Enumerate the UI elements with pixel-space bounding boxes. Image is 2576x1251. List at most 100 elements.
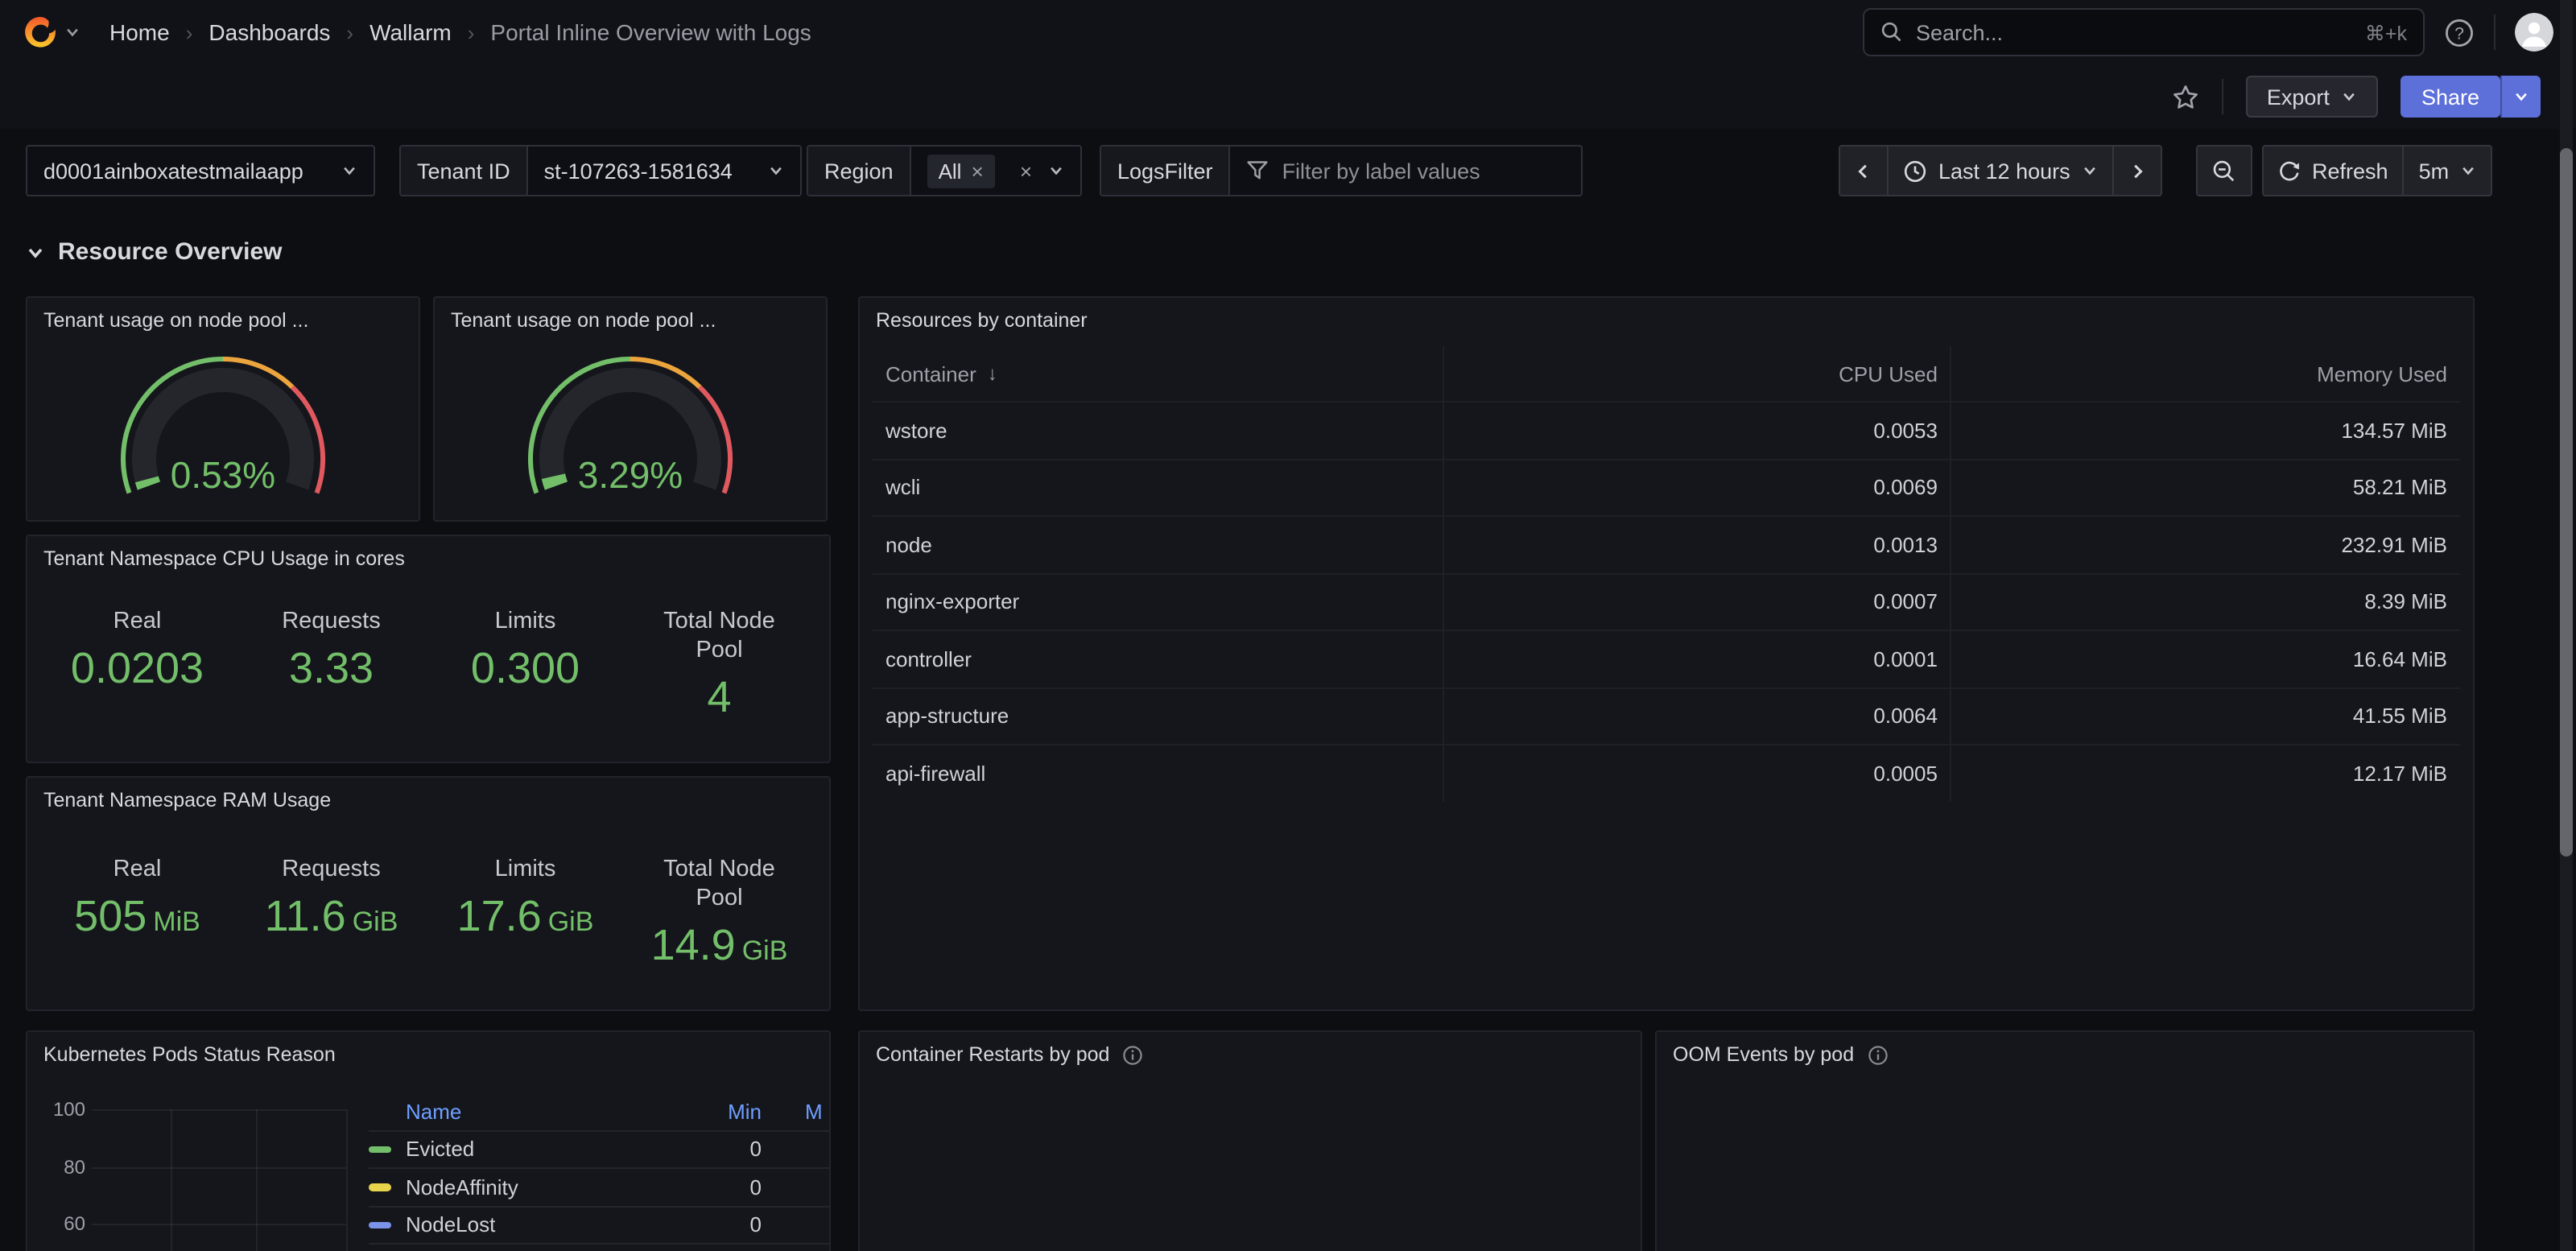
chevron-down-icon [1048, 163, 1064, 179]
star-button[interactable] [2172, 83, 2199, 110]
region-label: Region [808, 147, 911, 195]
share-split-button: Share [2401, 76, 2541, 118]
stat-label: Total Node Pool [639, 855, 800, 914]
grafana-logo-menu[interactable] [23, 14, 80, 50]
stat-value: 4 [707, 675, 731, 723]
stat-value: 0.300 [471, 646, 580, 693]
legend-header-min[interactable]: Min [713, 1100, 762, 1124]
legend-header-max[interactable]: M [762, 1100, 831, 1124]
resources-table: Container↓CPU UsedMemory Used wstore0.00… [873, 346, 2460, 997]
panel-ram-usage: Tenant Namespace RAM Usage Real505MiBReq… [26, 776, 831, 1011]
gridline [171, 1109, 172, 1251]
svg-text:0.53%: 0.53% [171, 454, 275, 496]
breadcrumb-separator-icon: › [346, 20, 353, 44]
legend-rows: Evicted0NodeAffinity0NodeLost0 [369, 1131, 831, 1245]
info-icon[interactable] [1122, 1044, 1143, 1065]
chevron-right-icon [2128, 162, 2146, 180]
gridline [92, 1166, 346, 1168]
table-body: wstore0.0053134.57 MiBwcli0.006958.21 Mi… [873, 401, 2460, 801]
zoom-out-icon [2212, 159, 2236, 183]
svg-text:3.29%: 3.29% [578, 454, 683, 496]
share-button[interactable]: Share [2401, 76, 2500, 118]
search-input-wrapper[interactable]: ⌘+k [1863, 8, 2425, 56]
stat-label: Requests [282, 607, 381, 636]
breadcrumb-separator-icon: › [468, 20, 475, 44]
logsfilter-input[interactable] [1282, 159, 1567, 183]
table-column-header[interactable]: Container↓ [873, 346, 1444, 401]
app-variable-dropdown[interactable]: d0001ainboxatestmailaapp [26, 145, 375, 196]
series-color-swatch [369, 1183, 391, 1191]
panel-gauge-node-pool-2: Tenant usage on node pool ... 3.29% [433, 296, 828, 522]
container-cell: node [873, 517, 1444, 572]
gauge-chart: 0.53% [39, 346, 407, 520]
section-resource-overview[interactable]: Resource Overview [26, 238, 283, 266]
zoom-out-time-button[interactable] [2198, 147, 2251, 195]
stat-value: 17.6GiB [457, 894, 594, 941]
tenant-id-value: st-107263-1581634 [544, 159, 755, 183]
clock-icon [1903, 159, 1927, 183]
legend-item: Evicted0 [369, 1131, 831, 1169]
dashboard-actions-bar: Export Share [0, 64, 2576, 129]
stat-unit: GiB [742, 936, 788, 967]
legend-header-name[interactable]: Name [369, 1100, 713, 1124]
export-label: Export [2267, 85, 2330, 109]
export-button[interactable]: Export [2246, 76, 2378, 118]
region-chip[interactable]: All × [927, 154, 995, 188]
stat: Limits17.6GiB [428, 855, 622, 971]
panel-title: Resources by container [860, 298, 2473, 343]
time-range-picker-button[interactable]: Last 12 hours [1889, 147, 2112, 195]
breadcrumb-item: Portal Inline Overview with Logs [490, 19, 811, 45]
table-row: node0.0013232.91 MiB [873, 515, 2460, 572]
stat: Limits0.300 [428, 607, 622, 723]
table-column-header[interactable]: CPU Used [1444, 346, 1952, 401]
memory-used-cell: 8.39 MiB [1952, 574, 2460, 630]
legend-series-name[interactable]: Evicted [406, 1137, 713, 1162]
chevron-left-icon [1855, 162, 1872, 180]
refresh-button[interactable]: Refresh [2264, 147, 2403, 195]
refresh-controls: Refresh 5m [2262, 145, 2492, 196]
remove-region-value-icon[interactable]: × [971, 160, 983, 181]
breadcrumb-item[interactable]: Wallarm [369, 19, 452, 45]
share-menu-button[interactable] [2500, 76, 2541, 118]
info-icon[interactable] [1867, 1044, 1888, 1065]
breadcrumb-item[interactable]: Dashboards [208, 19, 330, 45]
tenant-id-dropdown[interactable]: Tenant ID st-107263-1581634 [399, 145, 802, 196]
page-scrollbar[interactable] [2560, 0, 2573, 1251]
panel-pods-status-reason: Kubernetes Pods Status Reason 1008060 Na… [26, 1030, 831, 1251]
panel-container-restarts: Container Restarts by pod [858, 1030, 1642, 1251]
variables-toolbar: d0001ainboxatestmailaapp Tenant ID st-10… [0, 138, 2576, 203]
time-range-controls: Last 12 hours [1839, 145, 2162, 196]
cpu-used-cell: 0.0013 [1444, 517, 1952, 572]
stat-value: 505MiB [74, 894, 200, 941]
logsfilter-input-group[interactable]: LogsFilter [1100, 145, 1583, 196]
scrollbar-thumb[interactable] [2560, 148, 2573, 857]
container-cell: wstore [873, 403, 1444, 458]
stat-unit: GiB [548, 906, 594, 937]
time-shift-back-button[interactable] [1840, 147, 1887, 195]
stat: Requests11.6GiB [234, 855, 428, 971]
search-input[interactable] [1916, 20, 2352, 44]
table-row: nginx-exporter0.00078.39 MiB [873, 572, 2460, 630]
breadcrumb: Home›Dashboards›Wallarm›Portal Inline Ov… [109, 19, 811, 45]
legend-series-name[interactable]: NodeAffinity [406, 1175, 713, 1199]
region-dropdown[interactable]: Region All × × [807, 145, 1082, 196]
stat: Real505MiB [40, 855, 234, 971]
top-nav: Home›Dashboards›Wallarm›Portal Inline Ov… [0, 0, 2576, 64]
legend-series-name[interactable]: NodeLost [406, 1213, 713, 1237]
clear-region-icon[interactable]: × [1020, 160, 1032, 181]
memory-used-cell: 232.91 MiB [1952, 517, 2460, 572]
stat-label: Real [114, 607, 162, 636]
refresh-interval-button[interactable]: 5m [2405, 147, 2491, 195]
y-axis-tick-label: 100 [40, 1098, 85, 1121]
zoom-out-group [2196, 145, 2252, 196]
user-avatar[interactable] [2515, 13, 2553, 52]
chevron-down-icon [2513, 89, 2529, 105]
breadcrumb-item[interactable]: Home [109, 19, 170, 45]
help-button[interactable]: ? [2444, 17, 2475, 47]
y-axis-tick-label: 80 [40, 1155, 85, 1178]
container-cell: nginx-exporter [873, 574, 1444, 630]
time-shift-forward-button[interactable] [2114, 147, 2161, 195]
chevron-down-icon [768, 163, 784, 179]
table-column-header[interactable]: Memory Used [1952, 346, 2460, 401]
actions-divider [2222, 79, 2223, 114]
